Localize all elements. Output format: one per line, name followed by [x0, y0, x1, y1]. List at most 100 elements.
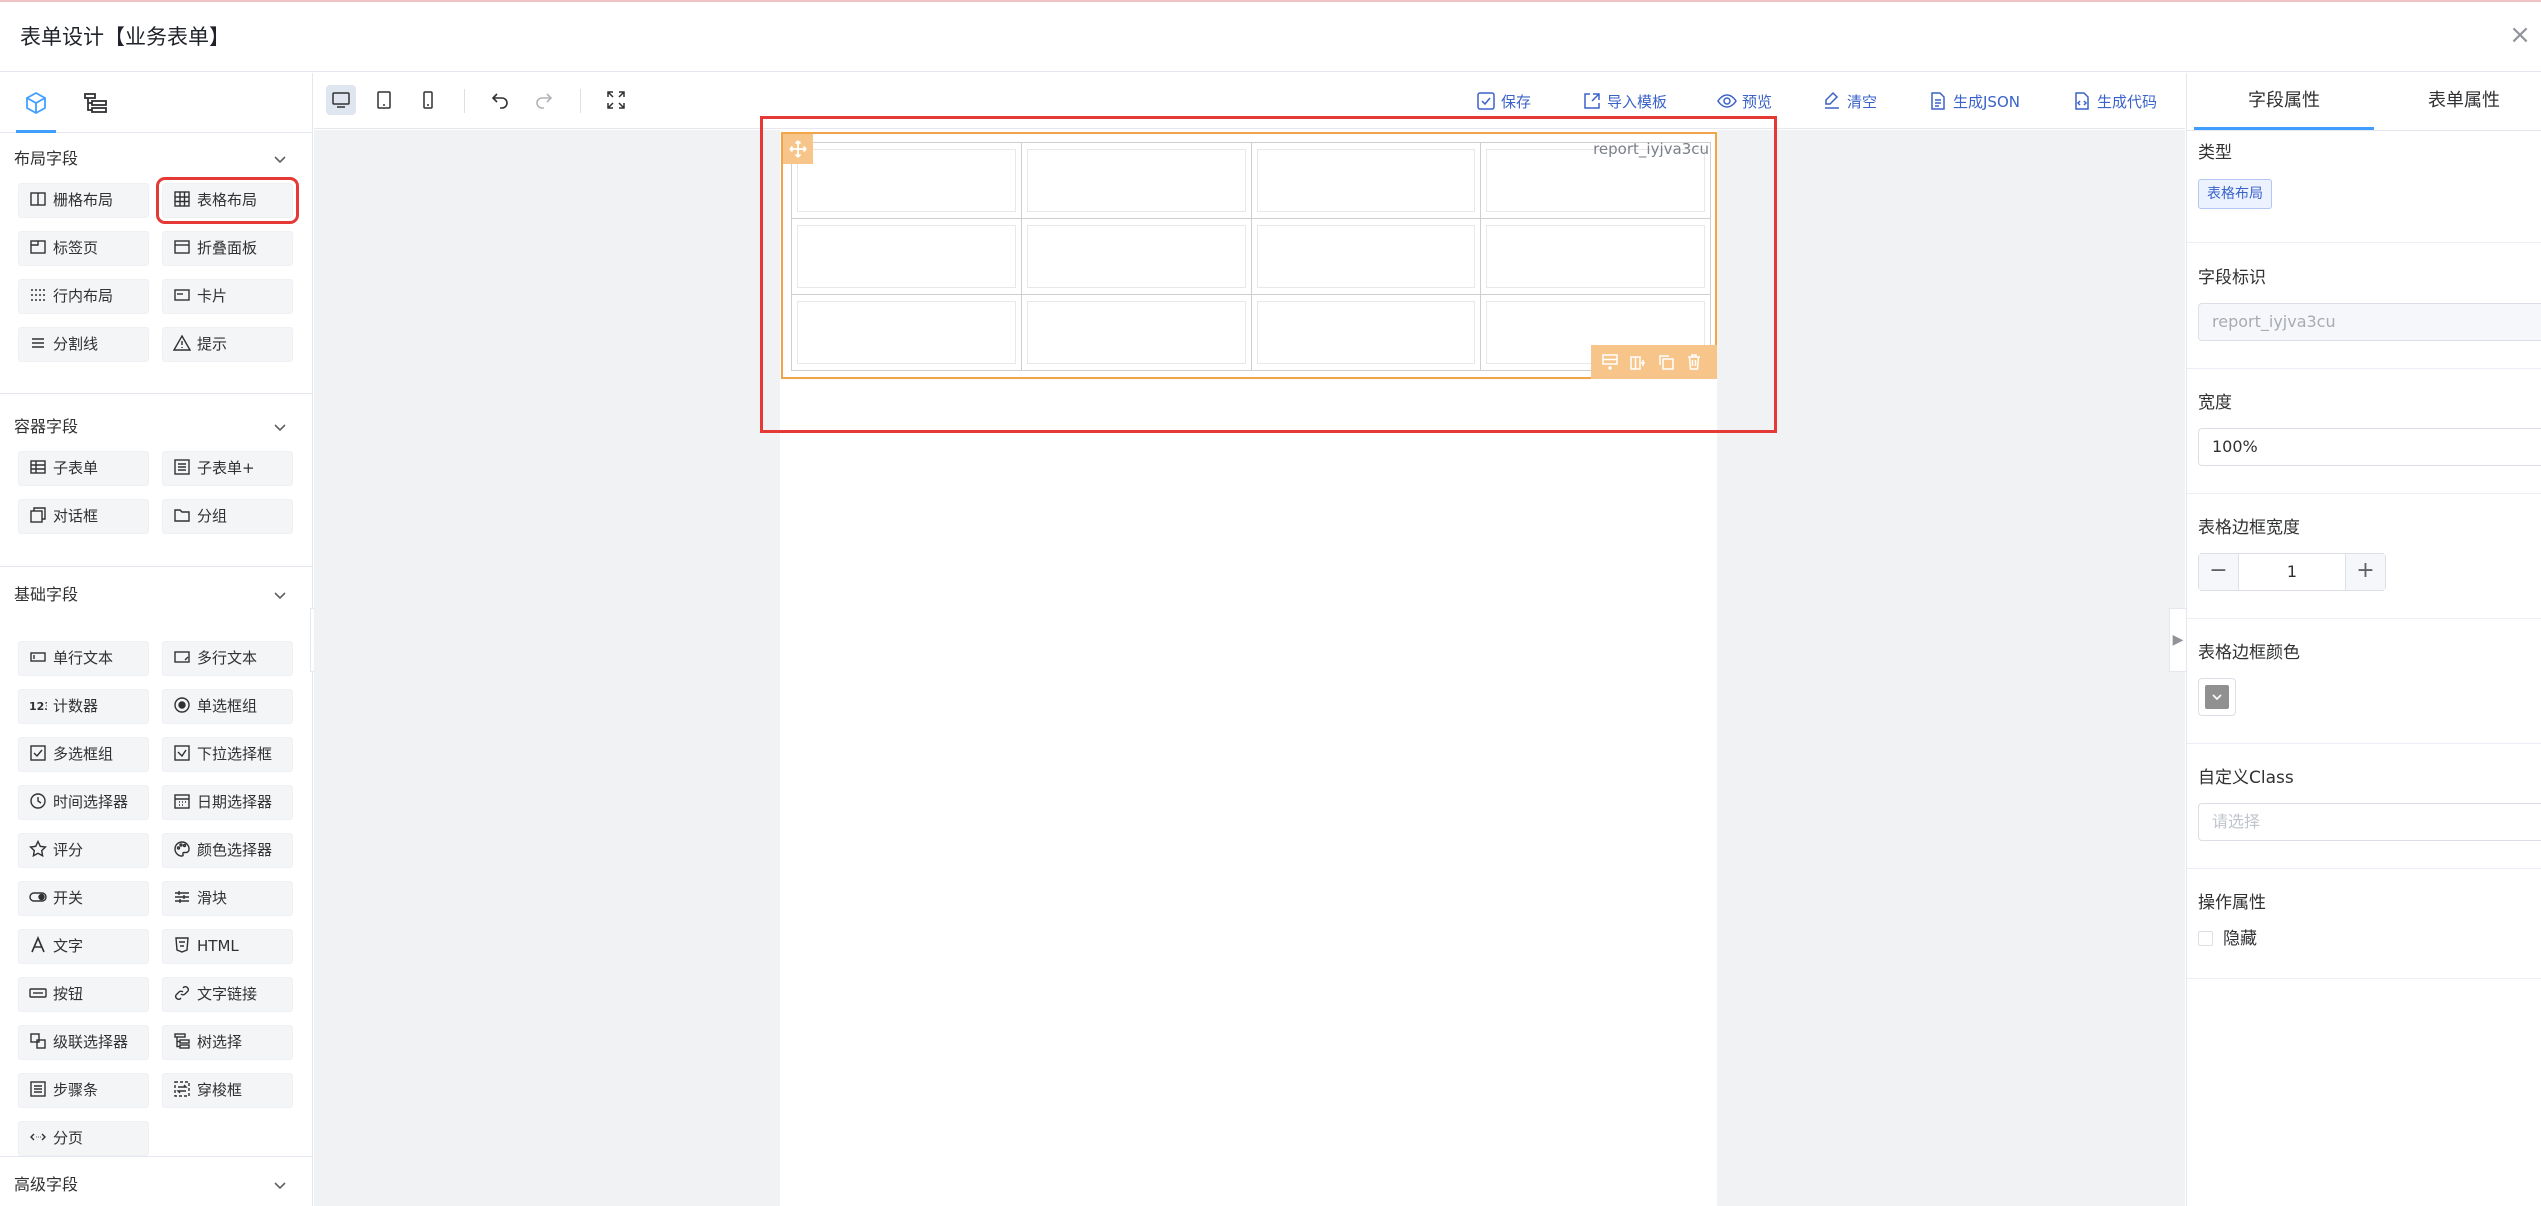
textarea-icon: [174, 651, 190, 663]
component-transfer[interactable]: 穿梭框: [162, 1073, 293, 1108]
redo-icon: [536, 93, 553, 109]
tab-components[interactable]: [16, 85, 56, 133]
component-rate[interactable]: 评分: [18, 833, 149, 868]
component-alert[interactable]: 提示: [162, 327, 293, 362]
stepper-value[interactable]: 1: [2239, 554, 2345, 590]
component-label: 分页: [53, 1129, 84, 1147]
code-icon: [2075, 92, 2089, 110]
component-label: 穿梭框: [197, 1081, 243, 1099]
component-time-picker[interactable]: 时间选择器: [18, 785, 149, 820]
color-swatch: [2205, 685, 2229, 709]
columns-icon: [30, 192, 46, 206]
component-pagination[interactable]: 分页: [18, 1121, 149, 1156]
section-title: 高级字段: [14, 1175, 79, 1194]
generate-code-button[interactable]: 生成代码: [2072, 91, 2157, 113]
preview-button[interactable]: 预览: [1717, 91, 1772, 113]
component-link[interactable]: 文字链接: [162, 977, 293, 1012]
field-id-input[interactable]: report_iyjva3cu: [2198, 303, 2541, 341]
prop-custom-class: 自定义Class 请选择: [2198, 767, 2541, 841]
import-template-button[interactable]: 导入模板: [1582, 91, 1667, 113]
section-head-advanced[interactable]: 高级字段: [0, 1161, 312, 1206]
component-collapse[interactable]: 折叠面板: [162, 231, 293, 266]
component-steps[interactable]: 步骤条: [18, 1073, 149, 1108]
generate-json-button[interactable]: 生成JSON: [1928, 91, 2020, 113]
component-button[interactable]: 按钮: [18, 977, 149, 1012]
prop-divider: [2187, 743, 2541, 744]
clear-button[interactable]: 清空: [1822, 91, 1877, 113]
section-container: 容器字段 子表单 子表单+ 对话框 分组: [0, 403, 312, 534]
right-panel-collapse-handle[interactable]: ▶: [2169, 608, 2187, 672]
component-card[interactable]: 卡片: [162, 279, 293, 314]
highlight-annotation: [760, 116, 1777, 433]
hidden-checkbox-row[interactable]: 隐藏: [2198, 928, 2541, 950]
toolbar-separator: [580, 89, 581, 113]
save-button[interactable]: 保存: [1476, 91, 1531, 113]
component-subform[interactable]: 子表单: [18, 451, 149, 486]
component-inline-layout[interactable]: 行内布局: [18, 279, 149, 314]
component-label: 颜色选择器: [197, 841, 273, 859]
tab-outline[interactable]: [76, 85, 116, 133]
fullscreen-icon: [607, 91, 625, 109]
component-label: 栅格布局: [53, 191, 114, 209]
component-textarea[interactable]: 多行文本: [162, 641, 293, 676]
component-divider[interactable]: 分割线: [18, 327, 149, 362]
properties-panel: 字段属性 表单属性 类型 表格布局 字段标识 report_iyjva3cu 宽…: [2186, 73, 2541, 1206]
import-template-label: 导入模板: [1607, 93, 1668, 111]
save-label: 保存: [1501, 93, 1532, 111]
tab-field-properties[interactable]: 字段属性: [2194, 73, 2374, 130]
component-slider[interactable]: 滑块: [162, 881, 293, 916]
component-select[interactable]: 下拉选择框: [162, 737, 293, 772]
section-title: 布局字段: [14, 149, 79, 168]
subform-plus-icon: [174, 459, 190, 475]
decrement-button[interactable]: −: [2199, 554, 2239, 590]
component-grid-layout[interactable]: 栅格布局: [18, 183, 149, 218]
component-date-picker[interactable]: 日期选择器: [162, 785, 293, 820]
component-text[interactable]: 文字: [18, 929, 149, 964]
component-dialog[interactable]: 对话框: [18, 499, 149, 534]
prop-label: 自定义Class: [2198, 768, 2294, 788]
close-button[interactable]: ×: [2505, 20, 2535, 50]
component-tree-select[interactable]: 树选择: [162, 1025, 293, 1060]
component-label: 文字链接: [197, 985, 258, 1003]
border-color-picker[interactable]: [2198, 678, 2236, 716]
mobile-icon: [423, 91, 433, 109]
svg-text:123: 123: [29, 700, 47, 713]
tablet-view-button[interactable]: [369, 85, 399, 115]
tab-form-properties[interactable]: 表单属性: [2374, 73, 2541, 130]
fullscreen-button[interactable]: [601, 85, 631, 115]
component-label: 滑块: [197, 889, 228, 907]
section-head-container[interactable]: 容器字段: [0, 403, 312, 451]
preview-label: 预览: [1742, 93, 1773, 111]
component-html[interactable]: HTML: [162, 929, 293, 964]
component-switch[interactable]: 开关: [18, 881, 149, 916]
component-radio[interactable]: 单选框组: [162, 689, 293, 724]
component-table-layout[interactable]: 表格布局: [156, 177, 299, 224]
component-subform-plus[interactable]: 子表单+: [162, 451, 293, 486]
mobile-view-button[interactable]: [413, 85, 443, 115]
increment-button[interactable]: +: [2345, 554, 2385, 590]
component-cascader[interactable]: 级联选择器: [18, 1025, 149, 1060]
desktop-view-button[interactable]: [326, 85, 356, 115]
width-input[interactable]: 100%: [2198, 428, 2541, 466]
redo-button[interactable]: [529, 85, 559, 115]
component-color-picker[interactable]: 颜色选择器: [162, 833, 293, 868]
toolbar-separator: [464, 89, 465, 113]
component-group[interactable]: 分组: [162, 499, 293, 534]
undo-button[interactable]: [485, 85, 515, 115]
hidden-checkbox[interactable]: [2198, 931, 2213, 946]
section-head-layout[interactable]: 布局字段: [0, 135, 312, 183]
component-counter[interactable]: 123 计数器: [18, 689, 149, 724]
tablet-icon: [377, 91, 391, 109]
component-label: 计数器: [53, 697, 99, 715]
chevron-down-icon: [274, 424, 286, 432]
prop-divider: [2187, 368, 2541, 369]
custom-class-select[interactable]: 请选择: [2198, 803, 2541, 841]
undo-icon: [491, 93, 508, 109]
dialog-header: 表单设计【业务表单】 ×: [0, 2, 2541, 72]
prop-label: 类型: [2198, 143, 2232, 163]
component-tabs[interactable]: 标签页: [18, 231, 149, 266]
collapse-panel-icon: [174, 240, 190, 254]
component-input[interactable]: 单行文本: [18, 641, 149, 676]
component-checkbox[interactable]: 多选框组: [18, 737, 149, 772]
section-head-basic[interactable]: 基础字段: [0, 571, 312, 619]
